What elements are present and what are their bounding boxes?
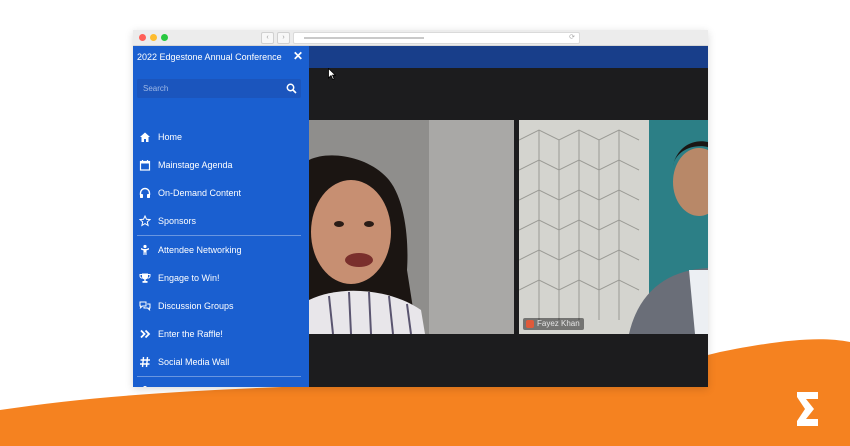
search-input[interactable] (143, 79, 283, 98)
video-tile-participant-2[interactable]: Fayez Khan (519, 120, 708, 334)
sidebar-item-label: Attendee Networking (158, 245, 242, 255)
trophy-icon (139, 272, 151, 284)
sidebar-item-enter-the-raffle[interactable]: Enter the Raffle! (133, 320, 309, 348)
participant-2-name: Fayez Khan (537, 319, 580, 328)
sidebar-item-on-demand-content[interactable]: On-Demand Content (133, 179, 309, 207)
sidebar-item-sponsors[interactable]: Sponsors (133, 207, 309, 235)
navigation-sidebar: 2022 Edgestone Annual Conference ✕ Home (133, 46, 309, 387)
forward-icon[interactable]: › (277, 32, 290, 44)
browser-titlebar: ‹ › ⟳ (133, 30, 708, 46)
sidebar-item-social-media-wall[interactable]: Social Media Wall (133, 348, 309, 376)
participant-2-video (519, 120, 708, 334)
address-bar[interactable]: ⟳ (293, 32, 580, 44)
double-chevron-icon (139, 328, 151, 340)
participant-name-tag: Fayez Khan (523, 318, 584, 330)
sidebar-item-partial[interactable] (133, 377, 309, 387)
maximize-window-icon[interactable] (161, 34, 168, 41)
person-icon (139, 385, 151, 387)
participant-1-video (309, 120, 514, 334)
app-window: ‹ › ⟳ Fayez Khan 2022 Edgestone Annual C… (133, 30, 708, 387)
sidebar-item-label: Social Media Wall (158, 357, 230, 367)
muted-mic-icon (526, 320, 534, 328)
eventbrite-logo-icon (797, 392, 818, 426)
sidebar-item-label: On-Demand Content (158, 188, 242, 198)
person-icon (139, 244, 151, 256)
reload-icon[interactable]: ⟳ (569, 33, 575, 43)
event-title: 2022 Edgestone Annual Conference (137, 52, 282, 62)
video-tile-participant-1[interactable] (309, 120, 514, 334)
sidebar-item-discussion-groups[interactable]: Discussion Groups (133, 292, 309, 320)
sidebar-item-home[interactable]: Home (133, 123, 309, 151)
mouse-cursor-icon (328, 68, 336, 80)
video-stage: Fayez Khan (309, 68, 708, 387)
sidebar-menu: Home Mainstage Agenda On-Demand Content … (133, 123, 309, 387)
home-icon (139, 131, 151, 143)
url-placeholder (304, 37, 424, 39)
sidebar-item-label: Engage to Win! (158, 273, 220, 283)
back-icon[interactable]: ‹ (261, 32, 274, 44)
minimize-window-icon[interactable] (150, 34, 157, 41)
search-box (137, 79, 301, 98)
sidebar-item-label: Enter the Raffle! (158, 329, 223, 339)
close-window-icon[interactable] (139, 34, 146, 41)
sidebar-item-label: Discussion Groups (158, 301, 234, 311)
sidebar-item-mainstage-agenda[interactable]: Mainstage Agenda (133, 151, 309, 179)
close-sidebar-button[interactable]: ✕ (291, 48, 305, 64)
search-icon[interactable] (286, 83, 297, 94)
headphones-icon (139, 187, 151, 199)
sidebar-item-label: Mainstage Agenda (158, 160, 233, 170)
sidebar-item-engage-to-win[interactable]: Engage to Win! (133, 264, 309, 292)
sidebar-item-attendee-networking[interactable]: Attendee Networking (133, 236, 309, 264)
calendar-icon (139, 159, 151, 171)
star-icon (139, 215, 151, 227)
chat-icon (139, 300, 151, 312)
sidebar-item-label: Sponsors (158, 216, 197, 226)
sidebar-item-label: Home (158, 132, 183, 142)
hashtag-icon (139, 356, 151, 368)
